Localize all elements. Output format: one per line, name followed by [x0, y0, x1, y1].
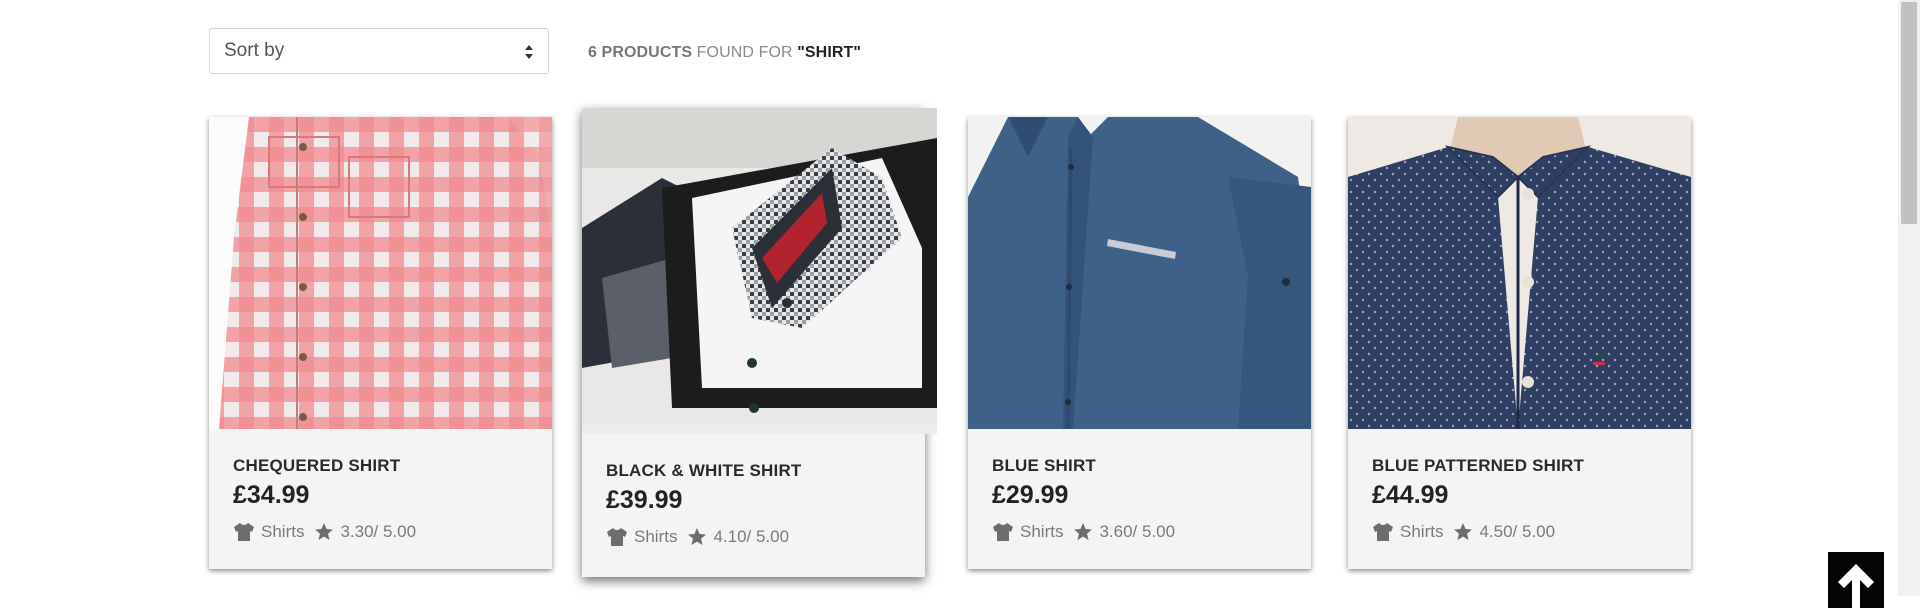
product-category: Shirts: [1400, 522, 1444, 541]
product-image: [582, 108, 937, 434]
results-found-for: FOUND FOR: [692, 44, 798, 61]
product-info: CHEQUERED SHIRT £34.99 Shirts 3.30/ 5.00: [209, 456, 552, 542]
product-category: Shirts: [261, 522, 305, 541]
product-rating: 4.10/ 5.00: [713, 527, 790, 546]
star-icon: [1074, 523, 1093, 540]
tshirt-icon: [607, 528, 627, 546]
product-category: Shirts: [1020, 522, 1064, 541]
sort-select[interactable]: Sort by: [209, 28, 549, 74]
star-icon: [688, 528, 707, 545]
product-name[interactable]: BLACK & WHITE SHIRT: [606, 461, 925, 481]
product-meta: Shirts 3.30/ 5.00: [233, 522, 552, 542]
product-info: BLUE SHIRT £29.99 Shirts 3.60/ 5.00: [968, 456, 1311, 542]
arrow-up-icon: [1838, 564, 1874, 608]
tshirt-icon: [993, 523, 1013, 541]
product-info: BLUE PATTERNED SHIRT £44.99 Shirts 4.50/…: [1348, 456, 1691, 542]
product-meta: Shirts 3.60/ 5.00: [992, 522, 1311, 542]
product-name[interactable]: BLUE SHIRT: [992, 456, 1311, 476]
tshirt-icon: [234, 523, 254, 541]
results-count: 6 PRODUCTS: [588, 44, 693, 61]
product-card[interactable]: BLUE SHIRT £29.99 Shirts 3.60/ 5.00: [968, 117, 1311, 569]
sort-select-label: Sort by: [224, 40, 285, 61]
scrollbar-thumb[interactable]: [1901, 2, 1917, 224]
scroll-to-top-button[interactable]: [1828, 552, 1884, 608]
product-name[interactable]: BLUE PATTERNED SHIRT: [1372, 456, 1691, 476]
product-meta: Shirts 4.10/ 5.00: [606, 527, 925, 547]
product-card[interactable]: BLUE PATTERNED SHIRT £44.99 Shirts 4.50/…: [1348, 117, 1691, 569]
product-card[interactable]: BLACK & WHITE SHIRT £39.99 Shirts 4.10/ …: [582, 108, 937, 577]
product-category: Shirts: [634, 527, 678, 546]
results-query: "SHIRT": [797, 44, 862, 61]
star-icon: [315, 523, 334, 540]
product-name[interactable]: CHEQUERED SHIRT: [233, 456, 552, 476]
product-image: [968, 117, 1311, 429]
product-rating: 3.60/ 5.00: [1099, 522, 1176, 541]
product-rating: 4.50/ 5.00: [1479, 522, 1556, 541]
product-price: £34.99: [233, 481, 310, 509]
product-price: £39.99: [606, 486, 683, 514]
product-meta: Shirts 4.50/ 5.00: [1372, 522, 1691, 542]
product-rating: 3.30/ 5.00: [340, 522, 417, 541]
star-icon: [1454, 523, 1473, 540]
results-summary: 6 PRODUCTS FOUND FOR "SHIRT": [588, 44, 861, 62]
sort-arrows-icon: [525, 45, 533, 59]
product-price: £44.99: [1372, 481, 1449, 509]
product-image: [1348, 117, 1691, 429]
product-price: £29.99: [992, 481, 1069, 509]
tshirt-icon: [1373, 523, 1393, 541]
page-scrollbar[interactable]: [1898, 0, 1920, 596]
product-info: BLACK & WHITE SHIRT £39.99 Shirts 4.10/ …: [582, 461, 925, 547]
product-card[interactable]: CHEQUERED SHIRT £34.99 Shirts 3.30/ 5.00: [209, 117, 552, 569]
product-image: [209, 117, 552, 429]
